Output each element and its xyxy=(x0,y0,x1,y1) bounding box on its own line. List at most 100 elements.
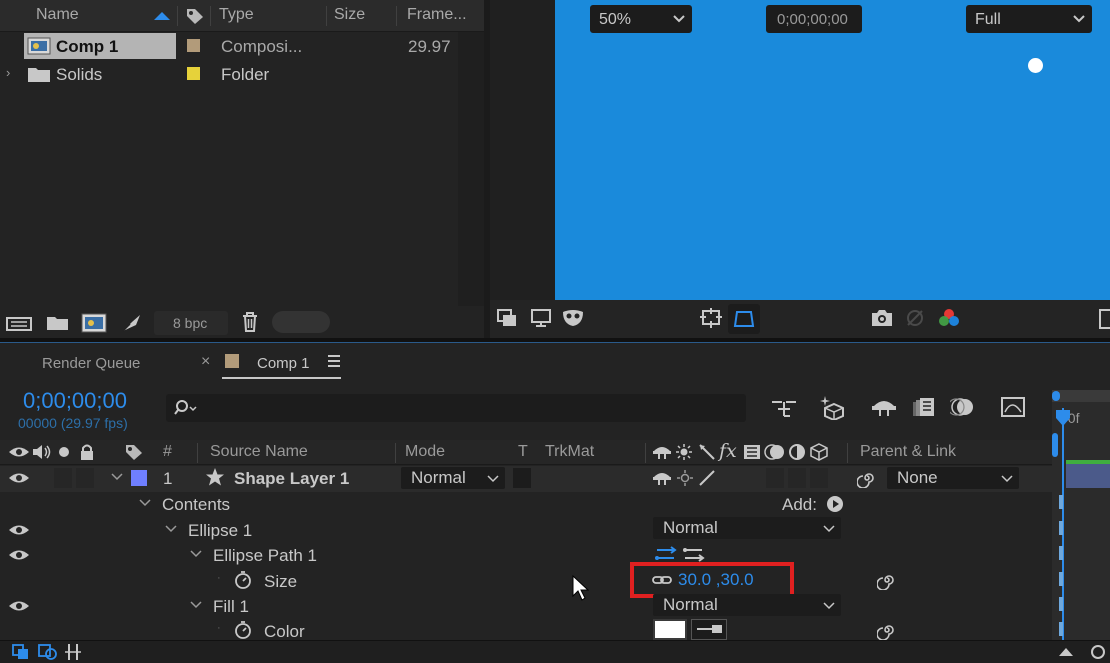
navigator-start-handle[interactable] xyxy=(1052,391,1060,401)
adjustment-layer-header-icon[interactable] xyxy=(788,443,806,461)
color-channels-icon[interactable] xyxy=(937,307,961,329)
expand-chevron-icon[interactable] xyxy=(189,600,203,610)
lock-header-icon[interactable] xyxy=(79,443,95,461)
lock-toggle[interactable] xyxy=(76,468,94,488)
camera-snapshot-icon[interactable] xyxy=(870,308,894,328)
close-tab-icon[interactable]: × xyxy=(201,353,210,371)
keyframe-marker[interactable] xyxy=(1059,572,1063,586)
project-flowchart-icon[interactable] xyxy=(120,312,144,334)
fill-blend-mode-dropdown[interactable]: Normal xyxy=(653,594,841,616)
monitor-icon[interactable] xyxy=(530,308,552,328)
ellipse-1-row[interactable] xyxy=(0,518,1052,544)
new-folder-icon[interactable] xyxy=(46,314,70,332)
tab-render-queue[interactable]: Render Queue xyxy=(42,355,140,372)
color-swatch[interactable] xyxy=(653,619,687,640)
add-menu-play-icon[interactable] xyxy=(826,495,844,513)
keyframe-marker[interactable] xyxy=(1059,597,1063,611)
fill-1-row[interactable] xyxy=(0,594,1052,620)
label-tag-icon[interactable] xyxy=(185,7,205,25)
shy-switch-header-icon[interactable] xyxy=(652,444,672,460)
frame-blending-icon[interactable] xyxy=(912,396,936,418)
new-composition-icon[interactable] xyxy=(80,312,108,334)
eye-visibility-icon[interactable] xyxy=(8,599,30,613)
time-navigator[interactable] xyxy=(1052,390,1110,402)
hide-shy-layers-icon[interactable] xyxy=(870,396,898,418)
composition-mini-flowchart-icon[interactable] xyxy=(770,397,798,419)
layer-label-swatch[interactable] xyxy=(131,470,147,486)
quality-slash-header-icon[interactable] xyxy=(698,443,716,461)
motion-blur-toggle[interactable] xyxy=(766,468,784,488)
playhead-icon[interactable] xyxy=(1056,410,1070,428)
panel-menu-icon[interactable] xyxy=(327,354,341,368)
column-type[interactable]: Type xyxy=(219,6,254,24)
column-mode[interactable]: Mode xyxy=(405,443,445,461)
column-parent-link[interactable]: Parent & Link xyxy=(860,443,956,461)
white-ellipse-shape[interactable] xyxy=(1028,58,1043,73)
constrain-proportions-link-icon[interactable] xyxy=(652,573,672,587)
expand-chevron-icon[interactable] xyxy=(110,472,124,482)
expand-chevron-icon[interactable] xyxy=(164,524,178,534)
frame-blend-header-icon[interactable] xyxy=(742,443,762,461)
pickwhip-spiral-icon[interactable] xyxy=(877,620,897,640)
bpc-button[interactable]: 8 bpc xyxy=(154,311,228,335)
zoom-dropdown[interactable]: 50% xyxy=(590,5,692,33)
transfer-controls-toggle-icon[interactable] xyxy=(38,644,58,660)
show-snapshot-icon[interactable] xyxy=(904,308,926,328)
keyframe-marker[interactable] xyxy=(1059,546,1063,560)
layer-switches-toggle-icon[interactable] xyxy=(12,644,30,660)
shy-switch-icon[interactable] xyxy=(652,470,672,486)
pickwhip-spiral-icon[interactable] xyxy=(877,570,897,590)
video-eye-header-icon[interactable] xyxy=(8,445,30,459)
column-name[interactable]: Name xyxy=(36,6,79,24)
expand-chevron-icon[interactable] xyxy=(189,549,203,559)
label-color-swatch[interactable] xyxy=(187,67,200,80)
expand-chevron-icon[interactable]: › xyxy=(6,65,10,80)
sort-ascending-icon[interactable] xyxy=(154,11,170,21)
column-frame-rate[interactable]: Frame... xyxy=(407,6,467,24)
motion-blur-icon[interactable] xyxy=(950,396,976,418)
eyedropper-icon[interactable] xyxy=(691,619,727,640)
layer-duration-bar[interactable] xyxy=(1066,464,1110,488)
stopwatch-icon[interactable] xyxy=(233,570,253,590)
thumbnail-slider[interactable] xyxy=(272,311,330,333)
keyframe-marker[interactable] xyxy=(1059,521,1063,535)
column-size[interactable]: Size xyxy=(334,6,365,24)
ellipse-path-1-row[interactable] xyxy=(0,543,1052,569)
path-direction-reverse-icon[interactable] xyxy=(682,545,708,563)
keyframe-marker[interactable] xyxy=(1059,622,1063,636)
ellipse-blend-mode-dropdown[interactable]: Normal xyxy=(653,517,841,539)
mask-icon[interactable] xyxy=(561,308,585,328)
adjustment-toggle[interactable] xyxy=(788,468,806,488)
path-direction-forward-icon[interactable] xyxy=(654,545,680,563)
effects-fx-header-icon[interactable]: fx xyxy=(719,440,737,462)
size-value[interactable]: 30.0 ,30.0 xyxy=(678,570,754,590)
3d-toggle[interactable] xyxy=(810,468,828,488)
graph-editor-icon[interactable] xyxy=(1000,396,1028,418)
column-source-name[interactable]: Source Name xyxy=(210,443,308,461)
stopwatch-icon[interactable] xyxy=(233,620,253,640)
resolution-dropdown[interactable]: Full xyxy=(966,5,1092,33)
audio-speaker-header-icon[interactable] xyxy=(32,444,52,460)
label-tag-header-icon[interactable] xyxy=(124,443,144,461)
current-time-display[interactable]: 0;00;00;00 xyxy=(23,388,127,414)
zoom-out-mountain-icon[interactable] xyxy=(1058,645,1074,657)
project-item-solids[interactable]: › Solids Folder xyxy=(0,61,458,89)
column-t[interactable]: T xyxy=(518,443,528,461)
timecode-display[interactable]: 0;00;00;00 xyxy=(766,5,862,33)
label-color-swatch[interactable] xyxy=(187,39,200,52)
pickwhip-spiral-icon[interactable] xyxy=(857,468,877,488)
comp-canvas[interactable] xyxy=(555,0,1110,300)
layer-mode-dropdown[interactable]: Normal xyxy=(401,467,505,489)
column-trkmat[interactable]: TrkMat xyxy=(545,443,594,461)
contents-row[interactable] xyxy=(0,492,1052,518)
collapse-sun-header-icon[interactable] xyxy=(675,443,693,461)
layer-name[interactable]: Shape Layer 1 xyxy=(234,469,349,489)
motion-blur-header-icon[interactable] xyxy=(764,443,786,461)
3d-layer-header-icon[interactable] xyxy=(810,443,828,461)
collapse-switch-icon[interactable] xyxy=(676,469,694,487)
zoom-slider-handle[interactable] xyxy=(1090,644,1106,660)
draft-3d-icon[interactable] xyxy=(819,394,849,420)
interpret-footage-icon[interactable] xyxy=(6,314,34,332)
eye-visibility-icon[interactable] xyxy=(8,471,30,485)
eye-visibility-icon[interactable] xyxy=(8,548,30,562)
